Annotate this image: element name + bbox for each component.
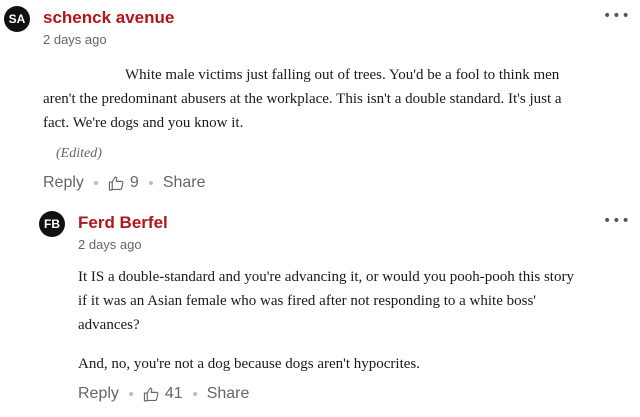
- comment-actions: Reply 9 Share: [43, 174, 206, 192]
- like-button[interactable]: 9: [108, 174, 139, 192]
- separator-dot: [192, 392, 197, 396]
- comment-body: It IS a double-standard and you're advan…: [78, 265, 633, 376]
- comment-text-line: if it was an Asian female who was fired …: [78, 293, 537, 309]
- comment-text-line: It IS a double-standard and you're advan…: [78, 269, 574, 285]
- like-count: 9: [129, 174, 139, 191]
- comment-author[interactable]: schenck avenue: [43, 8, 174, 28]
- comment-text-line: fact. We're dogs and you know it.: [43, 115, 244, 131]
- avatar[interactable]: FB: [39, 211, 65, 237]
- share-button[interactable]: Share: [163, 174, 206, 192]
- separator-dot: [148, 181, 153, 185]
- comment-timestamp: 2 days ago: [78, 237, 142, 252]
- thumbs-up-icon: [143, 387, 159, 401]
- comment-author[interactable]: Ferd Berfel: [78, 213, 168, 233]
- comment-actions: Reply 41 Share: [78, 385, 249, 403]
- edited-label: (Edited): [56, 146, 102, 161]
- comment-timestamp: 2 days ago: [43, 32, 107, 47]
- like-count: 41: [164, 385, 183, 402]
- comment-text-line: advances?: [78, 317, 140, 333]
- share-button[interactable]: Share: [207, 385, 250, 403]
- comment-text-line: aren't the predominant abusers at the wo…: [43, 91, 562, 107]
- thumbs-up-icon: [108, 176, 124, 190]
- more-options-icon[interactable]: •••: [603, 214, 631, 228]
- avatar[interactable]: SA: [4, 6, 30, 32]
- comment-text-line: And, no, you're not a dog because dogs a…: [78, 356, 420, 372]
- comment-text-line: White male victims just falling out of t…: [125, 67, 560, 83]
- reply-button[interactable]: Reply: [78, 385, 119, 403]
- like-button[interactable]: 41: [143, 385, 183, 403]
- more-options-icon[interactable]: •••: [603, 9, 631, 23]
- separator-dot: [128, 392, 133, 396]
- separator-dot: [93, 181, 98, 185]
- comment-body: White male victims just falling out of t…: [43, 63, 633, 135]
- reply-button[interactable]: Reply: [43, 174, 84, 192]
